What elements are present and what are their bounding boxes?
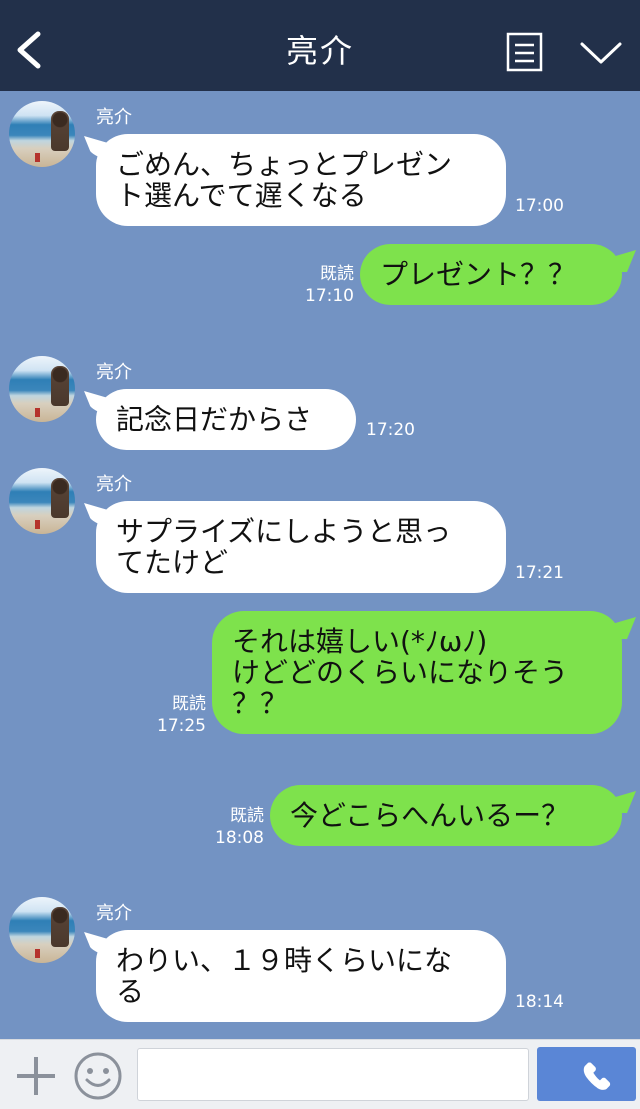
message-list[interactable]: 亮介 ごめん、ちょっとプレゼン ト選んでて遅くなる 17:00 既読 17:10… xyxy=(0,91,640,1039)
message-meta: 既読 17:25 xyxy=(148,693,206,737)
read-receipt: 既読 xyxy=(320,264,354,284)
sender-name: 亮介 xyxy=(96,474,132,495)
message-line: けどどのくらいになりそう xyxy=(232,656,569,689)
plus-icon xyxy=(17,1057,55,1095)
message-line: ？？ xyxy=(232,687,289,720)
message-time: 17:10 xyxy=(305,286,354,306)
avatar[interactable] xyxy=(9,897,75,963)
message-bubble-incoming[interactable]: わりい、１９時くらいにな る xyxy=(96,930,506,1022)
message-bubble-incoming[interactable]: サプライズにしようと思っ てたけど xyxy=(96,501,506,593)
message-meta: 既読 18:08 xyxy=(206,805,264,849)
dropdown-button[interactable] xyxy=(578,36,624,68)
message-line: る xyxy=(116,975,145,1008)
phone-icon xyxy=(583,1062,611,1090)
chat-header: 亮介 xyxy=(0,0,640,91)
message-line: サプライズにしようと思っ xyxy=(116,515,452,548)
message-time: 17:21 xyxy=(515,563,564,583)
message-time: 17:00 xyxy=(515,196,564,216)
avatar[interactable] xyxy=(9,101,75,167)
message-line: ト選んでて遅くなる xyxy=(116,179,367,212)
sender-name: 亮介 xyxy=(96,903,132,924)
message-line: プレゼント？？ xyxy=(380,258,577,291)
input-bar xyxy=(0,1039,640,1109)
message-bubble-incoming[interactable]: ごめん、ちょっとプレゼン ト選んでて遅くなる xyxy=(96,134,506,226)
call-button[interactable] xyxy=(537,1047,636,1101)
message-bubble-outgoing[interactable]: 今どこらへんいるー？ xyxy=(270,785,622,846)
message-line: それは嬉しい(*ﾉωﾉ) xyxy=(232,625,488,658)
message-line: ごめん、ちょっとプレゼン xyxy=(116,148,453,181)
message-bubble-outgoing[interactable]: プレゼント？？ xyxy=(360,244,622,305)
add-button[interactable] xyxy=(14,1054,58,1098)
message-input[interactable] xyxy=(137,1048,529,1101)
read-receipt: 既読 xyxy=(230,806,264,826)
smiley-icon xyxy=(74,1052,122,1100)
message-line: わりい、１９時くらいにな xyxy=(116,944,453,977)
emoji-button[interactable] xyxy=(73,1051,123,1101)
document-icon xyxy=(506,32,543,72)
message-line: 記念日だからさ xyxy=(116,403,313,436)
sender-name: 亮介 xyxy=(96,107,132,128)
avatar[interactable] xyxy=(9,468,75,534)
message-time: 18:08 xyxy=(215,828,264,848)
message-time: 17:20 xyxy=(366,420,415,440)
message-meta: 既読 17:10 xyxy=(296,263,354,307)
message-bubble-incoming[interactable]: 記念日だからさ xyxy=(96,389,356,450)
sender-name: 亮介 xyxy=(96,362,132,383)
message-line: てたけど xyxy=(116,546,229,579)
menu-button[interactable] xyxy=(506,32,543,72)
message-line: 今どこらへんいるー？ xyxy=(290,799,570,832)
message-time: 17:25 xyxy=(157,716,206,736)
read-receipt: 既読 xyxy=(172,694,206,714)
avatar[interactable] xyxy=(9,356,75,422)
chevron-down-icon xyxy=(580,42,622,64)
chat-title: 亮介 xyxy=(285,32,354,70)
message-time: 18:14 xyxy=(515,992,564,1012)
message-bubble-outgoing[interactable]: それは嬉しい(*ﾉωﾉ) けどどのくらいになりそう ？？ xyxy=(212,611,622,734)
